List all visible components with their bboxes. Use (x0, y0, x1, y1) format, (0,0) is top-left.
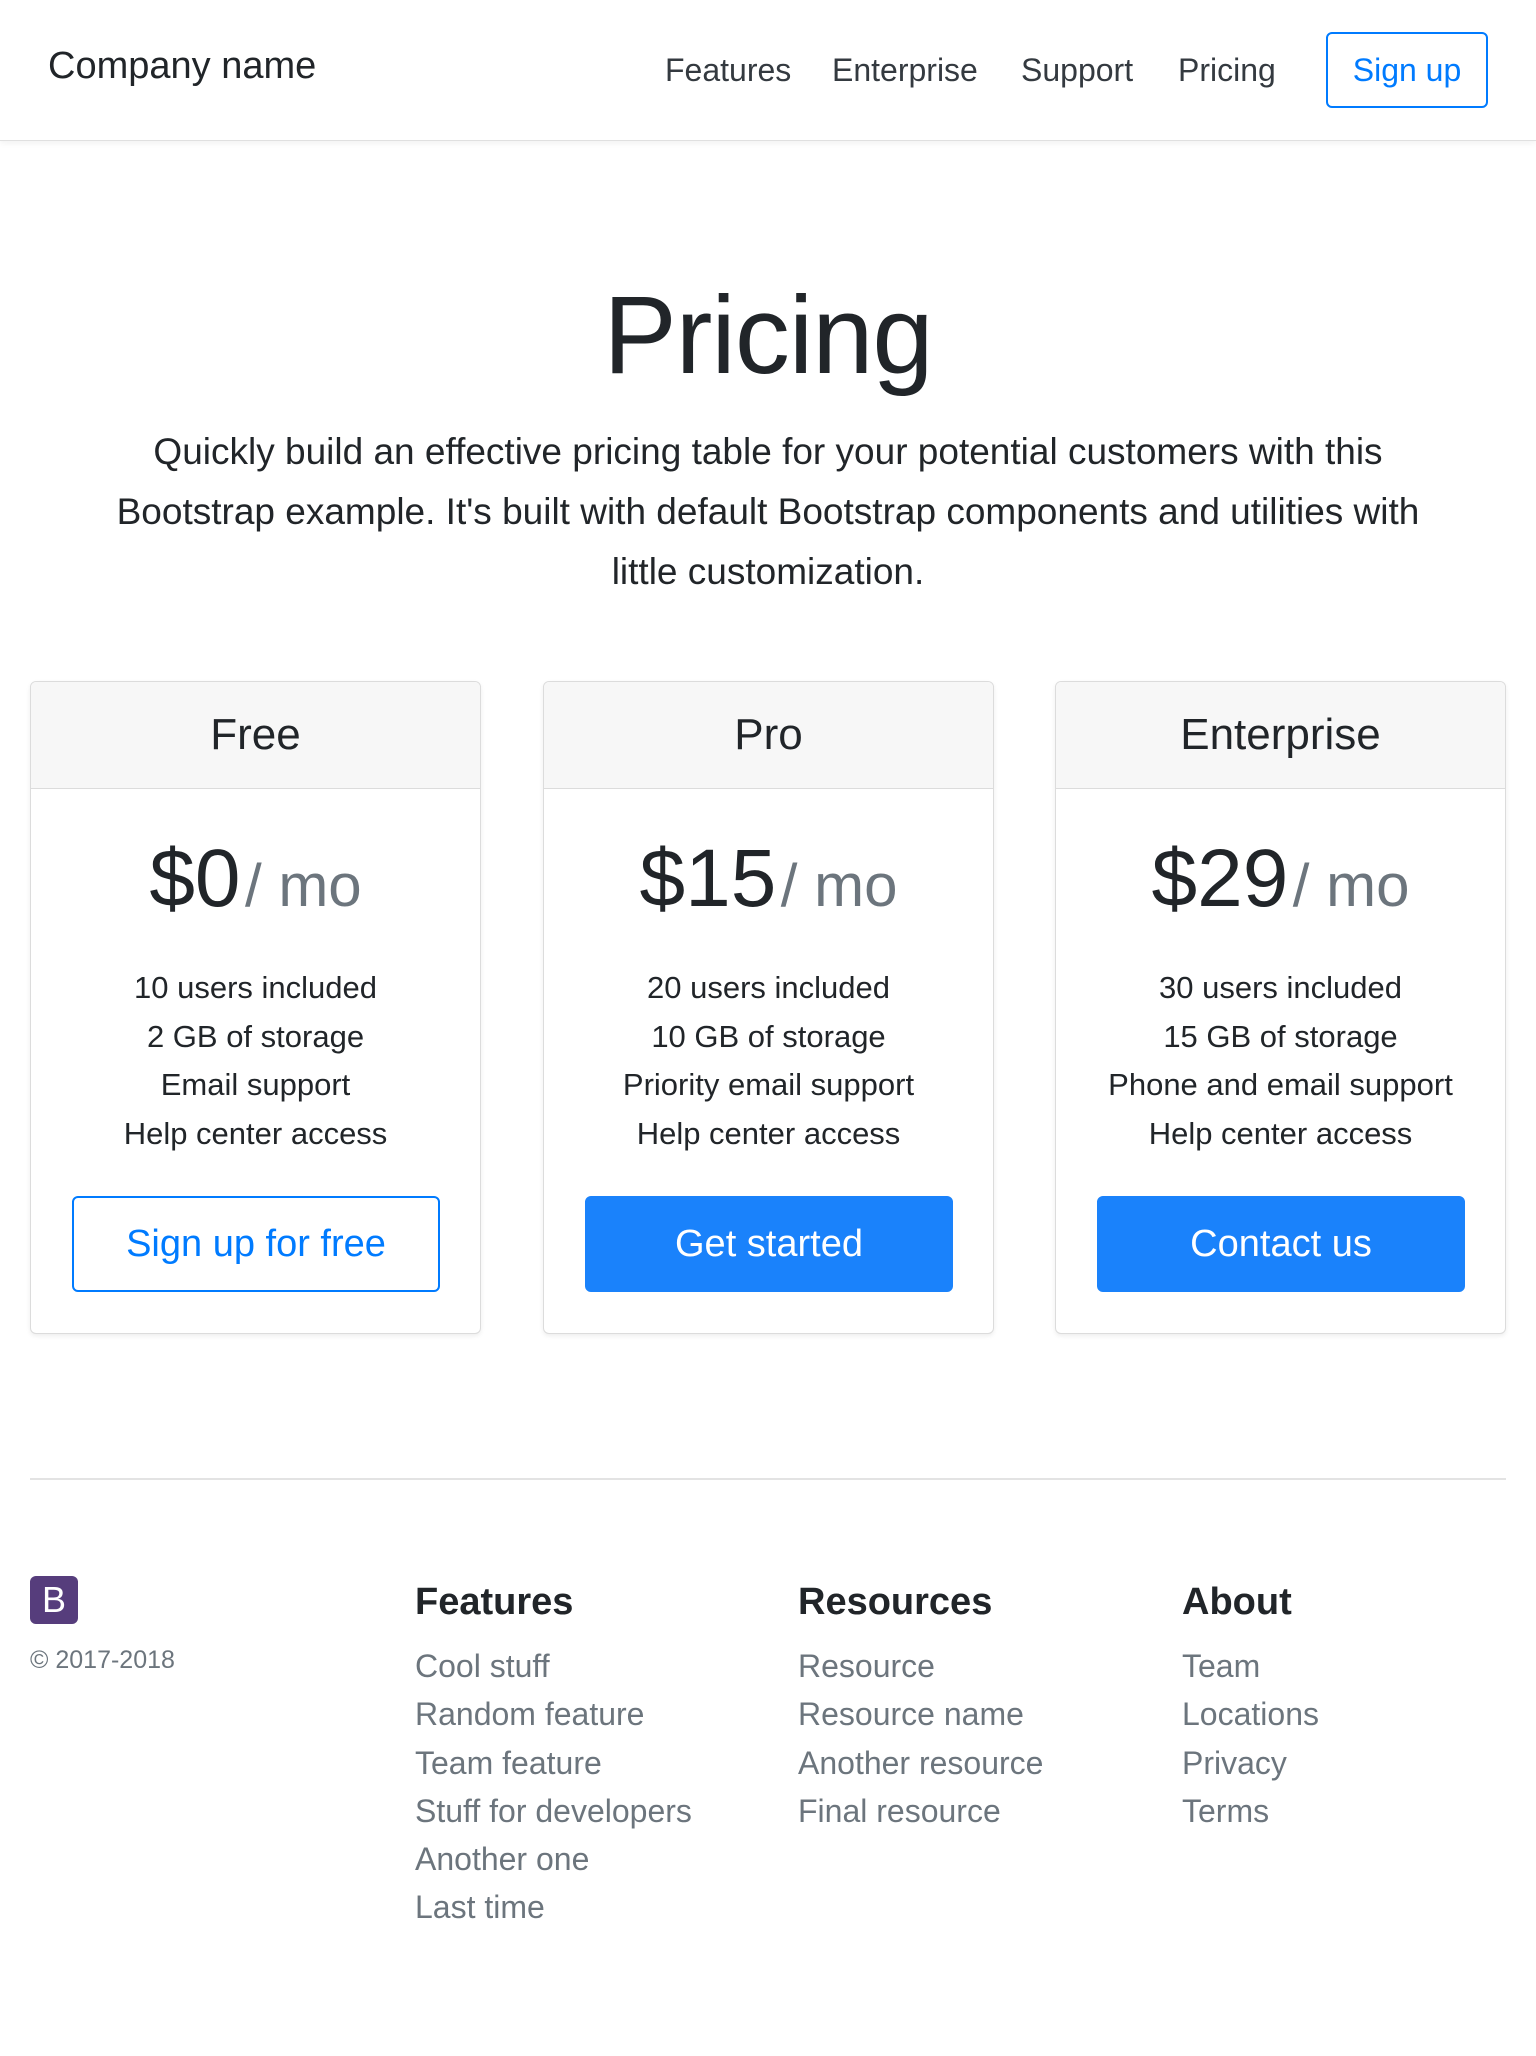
feature-item: Help center access (636, 1115, 901, 1151)
nav-link-pricing[interactable]: Pricing (1178, 52, 1276, 89)
footer-divider (30, 1478, 1506, 1480)
feature-item: 10 users included (134, 970, 377, 1005)
footer-column-features: Features Cool stuff Random feature Team … (415, 1580, 692, 1932)
footer-heading: About (1182, 1581, 1292, 1623)
footer-link[interactable]: Another resource (798, 1739, 1043, 1787)
feature-item: 2 GB of storage (146, 1018, 365, 1054)
footer-link-list: Cool stuff Random feature Team feature S… (415, 1642, 692, 1932)
feature-item: 30 users included (1159, 970, 1402, 1005)
plan-name: Free (31, 682, 480, 789)
signup-button[interactable]: Sign up (1326, 32, 1488, 108)
footer-column-about: About Team Locations Privacy Terms (1182, 1580, 1319, 1835)
price-amount: $29 (1151, 833, 1289, 924)
footer-link[interactable]: Cool stuff (415, 1642, 692, 1690)
footer-link[interactable]: Another one (415, 1835, 692, 1883)
brand-link[interactable]: Company name (48, 45, 316, 88)
bootstrap-logo-icon: B (30, 1576, 78, 1624)
footer-heading: Resources (798, 1581, 993, 1623)
plan-name: Enterprise (1056, 682, 1505, 789)
feature-item: Priority email support (622, 1067, 915, 1102)
hero-lead: Quickly build an effective pricing table… (116, 431, 1420, 592)
footer-link[interactable]: Random feature (415, 1690, 692, 1738)
feature-item: 15 GB of storage (1163, 1018, 1398, 1054)
price-unit: / mo (780, 852, 898, 919)
price-amount: $0 (149, 833, 241, 924)
feature-list: 10 users included 2 GB of storage Email … (31, 964, 480, 1158)
footer-column-resources: Resources Resource Resource name Another… (798, 1580, 1043, 1835)
footer-link[interactable]: Stuff for developers (415, 1787, 692, 1835)
plan-name: Pro (544, 682, 993, 789)
footer-link[interactable]: Terms (1182, 1787, 1319, 1835)
copyright: © 2017-2018 (30, 1646, 175, 1674)
navbar: Company name Features Enterprise Support… (0, 0, 1536, 141)
feature-list: 30 users included 15 GB of storage Phone… (1056, 964, 1505, 1158)
contact-us-button[interactable]: Contact us (1097, 1196, 1465, 1292)
footer-link[interactable]: Locations (1182, 1690, 1319, 1738)
footer-link[interactable]: Resource name (798, 1690, 1043, 1738)
feature-item: Phone and email support (1108, 1067, 1453, 1102)
footer-link-list: Team Locations Privacy Terms (1182, 1642, 1319, 1835)
nav-link-support[interactable]: Support (1021, 52, 1133, 89)
get-started-button[interactable]: Get started (585, 1196, 953, 1292)
price-unit: / mo (244, 852, 362, 919)
price-amount: $15 (639, 833, 777, 924)
footer-heading: Features (415, 1581, 574, 1623)
plan-price: $15 / mo (544, 832, 993, 926)
price-unit: / mo (1292, 852, 1410, 919)
pricing-card-enterprise: Enterprise $29 / mo 30 users included 15… (1055, 681, 1506, 1334)
footer-link-list: Resource Resource name Another resource … (798, 1642, 1043, 1835)
footer-link[interactable]: Privacy (1182, 1739, 1319, 1787)
plan-price: $0 / mo (31, 832, 480, 926)
pricing-card-pro: Pro $15 / mo 20 users included 10 GB of … (543, 681, 994, 1334)
feature-item: Help center access (1148, 1115, 1413, 1151)
footer-link[interactable]: Final resource (798, 1787, 1043, 1835)
feature-item: Help center access (123, 1115, 388, 1151)
footer-link[interactable]: Team (1182, 1642, 1319, 1690)
signup-free-button[interactable]: Sign up for free (72, 1196, 440, 1292)
nav-link-enterprise[interactable]: Enterprise (832, 52, 978, 89)
feature-item: 10 GB of storage (651, 1018, 886, 1054)
feature-item: Email support (160, 1067, 351, 1102)
nav-link-features[interactable]: Features (665, 52, 791, 89)
feature-item: 20 users included (647, 970, 890, 1005)
footer-link[interactable]: Team feature (415, 1739, 692, 1787)
feature-list: 20 users included 10 GB of storage Prior… (544, 964, 993, 1158)
plan-price: $29 / mo (1056, 832, 1505, 926)
pricing-card-free: Free $0 / mo 10 users included 2 GB of s… (30, 681, 481, 1334)
footer-link[interactable]: Resource (798, 1642, 1043, 1690)
footer-link[interactable]: Last time (415, 1883, 692, 1931)
page-title: Pricing (603, 274, 933, 397)
